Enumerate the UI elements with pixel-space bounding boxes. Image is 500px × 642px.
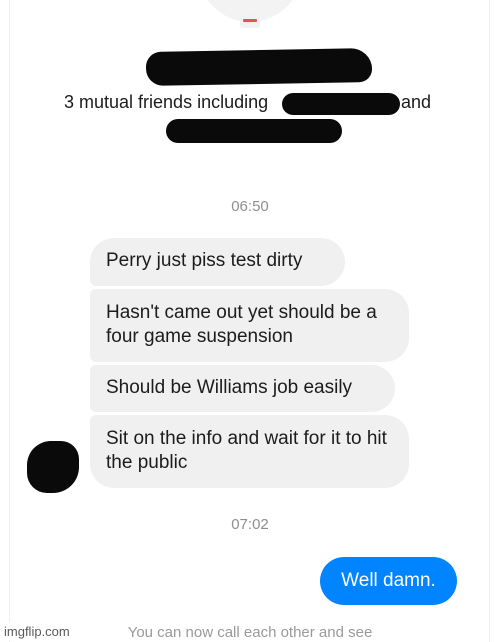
watermark-text: imgflip.com xyxy=(0,622,74,641)
outgoing-message-bubble[interactable]: Well damn. xyxy=(320,557,457,605)
incoming-message-bubble[interactable]: Hasn't came out yet should be a four gam… xyxy=(90,289,409,362)
redacted-friend-name-1 xyxy=(282,93,400,115)
mutual-friends-line: 3 mutual friends including and xyxy=(64,92,484,113)
frame-edge-left xyxy=(9,0,10,642)
status-badge-icon xyxy=(240,14,260,28)
call-info-note: You can now call each other and see xyxy=(127,624,373,641)
timestamp-divider: 06:50 xyxy=(231,198,269,215)
frame-edge-right xyxy=(489,0,490,642)
redacted-friend-name-2 xyxy=(166,119,342,143)
timestamp-divider: 07:02 xyxy=(231,516,269,533)
mutual-friends-and: and xyxy=(401,92,432,112)
mutual-friends-text: 3 mutual friends including xyxy=(64,92,269,112)
redacted-contact-name xyxy=(145,48,373,86)
sender-avatar-redacted[interactable] xyxy=(27,441,79,493)
incoming-message-bubble[interactable]: Should be Williams job easily xyxy=(90,365,395,412)
incoming-message-bubble[interactable]: Sit on the info and wait for it to hit t… xyxy=(90,415,409,488)
incoming-message-bubble[interactable]: Perry just piss test dirty xyxy=(90,238,345,286)
